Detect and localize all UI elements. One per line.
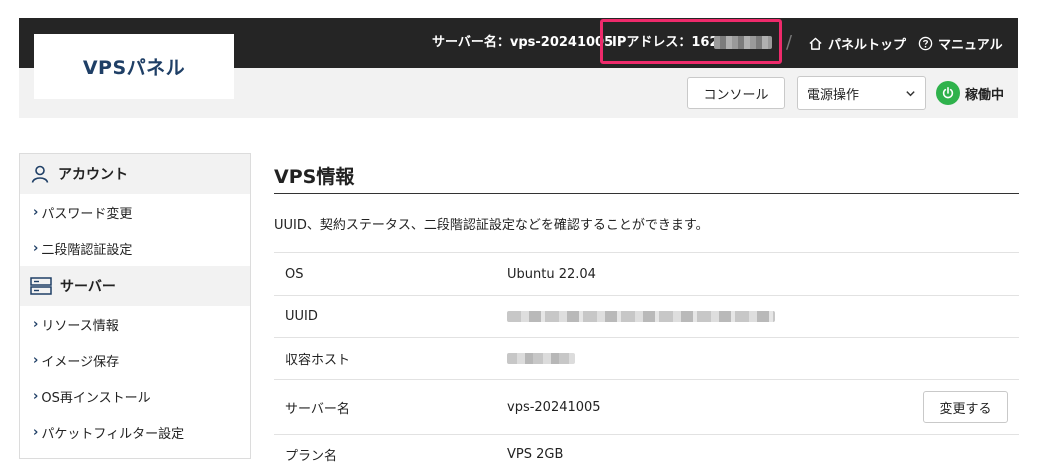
host-redacted bbox=[507, 353, 575, 364]
sidebar-section-title: アカウント bbox=[58, 167, 128, 183]
home-icon bbox=[809, 37, 822, 50]
server-name-label: サーバー名：vps-20241005 bbox=[432, 35, 614, 50]
chevron-down-icon bbox=[906, 91, 915, 97]
change-server-name-button[interactable]: 変更する bbox=[923, 391, 1008, 423]
power-select-value: 電源操作 bbox=[807, 87, 860, 103]
row-key: 収容ホスト bbox=[285, 353, 351, 368]
page-title: VPS情報 bbox=[274, 166, 355, 188]
manual-link[interactable]: マニュアル bbox=[918, 33, 1003, 53]
sidebar-section-server: サーバー bbox=[20, 266, 250, 306]
sidebar-item-label: パスワード変更 bbox=[41, 206, 133, 222]
panel-top-label: パネルトップ bbox=[828, 37, 907, 53]
power-icon bbox=[936, 81, 960, 105]
sidebar: アカウント › パスワード変更 › 二段階認証設定 サーバー › リソース情報 … bbox=[19, 153, 251, 459]
row-key: サーバー名 bbox=[285, 401, 350, 417]
sidebar-section-title: サーバー bbox=[60, 279, 116, 295]
table-row: 収容ホスト bbox=[274, 337, 1019, 379]
row-value: VPS 2GB bbox=[507, 446, 564, 462]
title-divider bbox=[274, 193, 1019, 194]
chevron-right-icon: › bbox=[33, 388, 39, 404]
sidebar-item-password[interactable]: › パスワード変更 bbox=[20, 194, 250, 230]
sidebar-item-label: リソース情報 bbox=[41, 318, 119, 334]
sidebar-item-label: OS再インストール bbox=[41, 390, 151, 406]
chevron-right-icon: › bbox=[33, 352, 39, 368]
user-icon bbox=[31, 165, 49, 183]
row-key: プラン名 bbox=[285, 448, 338, 464]
table-row: プラン名 VPS 2GB bbox=[274, 434, 1019, 473]
row-value: vps-20241005 bbox=[507, 399, 601, 415]
vps-info-table: OS Ubuntu 22.04 UUID 収容ホスト サーバー名 vps-202… bbox=[274, 252, 1019, 473]
chevron-right-icon: › bbox=[33, 240, 39, 256]
ip-address-label: IPアドレス：162 bbox=[612, 35, 719, 50]
sidebar-section-account: アカウント bbox=[20, 154, 250, 194]
console-button[interactable]: コンソール bbox=[687, 77, 785, 109]
sidebar-item-os-reinstall[interactable]: › OS再インストール bbox=[20, 378, 250, 414]
sidebar-item-two-factor[interactable]: › 二段階認証設定 bbox=[20, 230, 250, 266]
chevron-right-icon: › bbox=[33, 204, 39, 220]
row-value: Ubuntu 22.04 bbox=[507, 266, 596, 282]
manual-label: マニュアル bbox=[938, 37, 1003, 53]
status-label: 稼働中 bbox=[965, 87, 1005, 103]
row-key: UUID bbox=[285, 309, 318, 324]
sidebar-item-label: パケットフィルター設定 bbox=[41, 426, 185, 442]
row-key: OS bbox=[285, 266, 304, 282]
server-status: 稼働中 bbox=[936, 80, 1004, 106]
panel-logo[interactable]: VPSパネル bbox=[34, 34, 234, 99]
vps-panel-page: VPSパネル サーバー名：vps-20241005 IPアドレス：162 / パ… bbox=[0, 0, 1037, 472]
server-icon bbox=[30, 277, 52, 295]
page-description: UUID、契約ステータス、二段階認証設定などを確認することができます。 bbox=[274, 218, 709, 233]
chevron-right-icon: › bbox=[33, 424, 39, 440]
panel-top-link[interactable]: パネルトップ bbox=[808, 33, 906, 53]
chevron-right-icon: › bbox=[33, 316, 39, 332]
table-row: サーバー名 vps-20241005 変更する bbox=[274, 379, 1019, 434]
sidebar-item-packet-filter[interactable]: › パケットフィルター設定 bbox=[20, 414, 250, 450]
help-icon bbox=[918, 36, 933, 50]
power-operation-select[interactable]: 電源操作 bbox=[797, 76, 926, 110]
sidebar-item-resources[interactable]: › リソース情報 bbox=[20, 306, 250, 342]
table-row: OS Ubuntu 22.04 bbox=[274, 252, 1019, 295]
header-separator: / bbox=[786, 32, 793, 53]
ip-address-redacted bbox=[714, 36, 772, 49]
table-row: UUID bbox=[274, 295, 1019, 337]
sidebar-item-label: イメージ保存 bbox=[41, 354, 120, 370]
uuid-redacted bbox=[507, 311, 775, 322]
sidebar-item-image-save[interactable]: › イメージ保存 bbox=[20, 342, 250, 378]
sidebar-item-label: 二段階認証設定 bbox=[41, 242, 133, 258]
